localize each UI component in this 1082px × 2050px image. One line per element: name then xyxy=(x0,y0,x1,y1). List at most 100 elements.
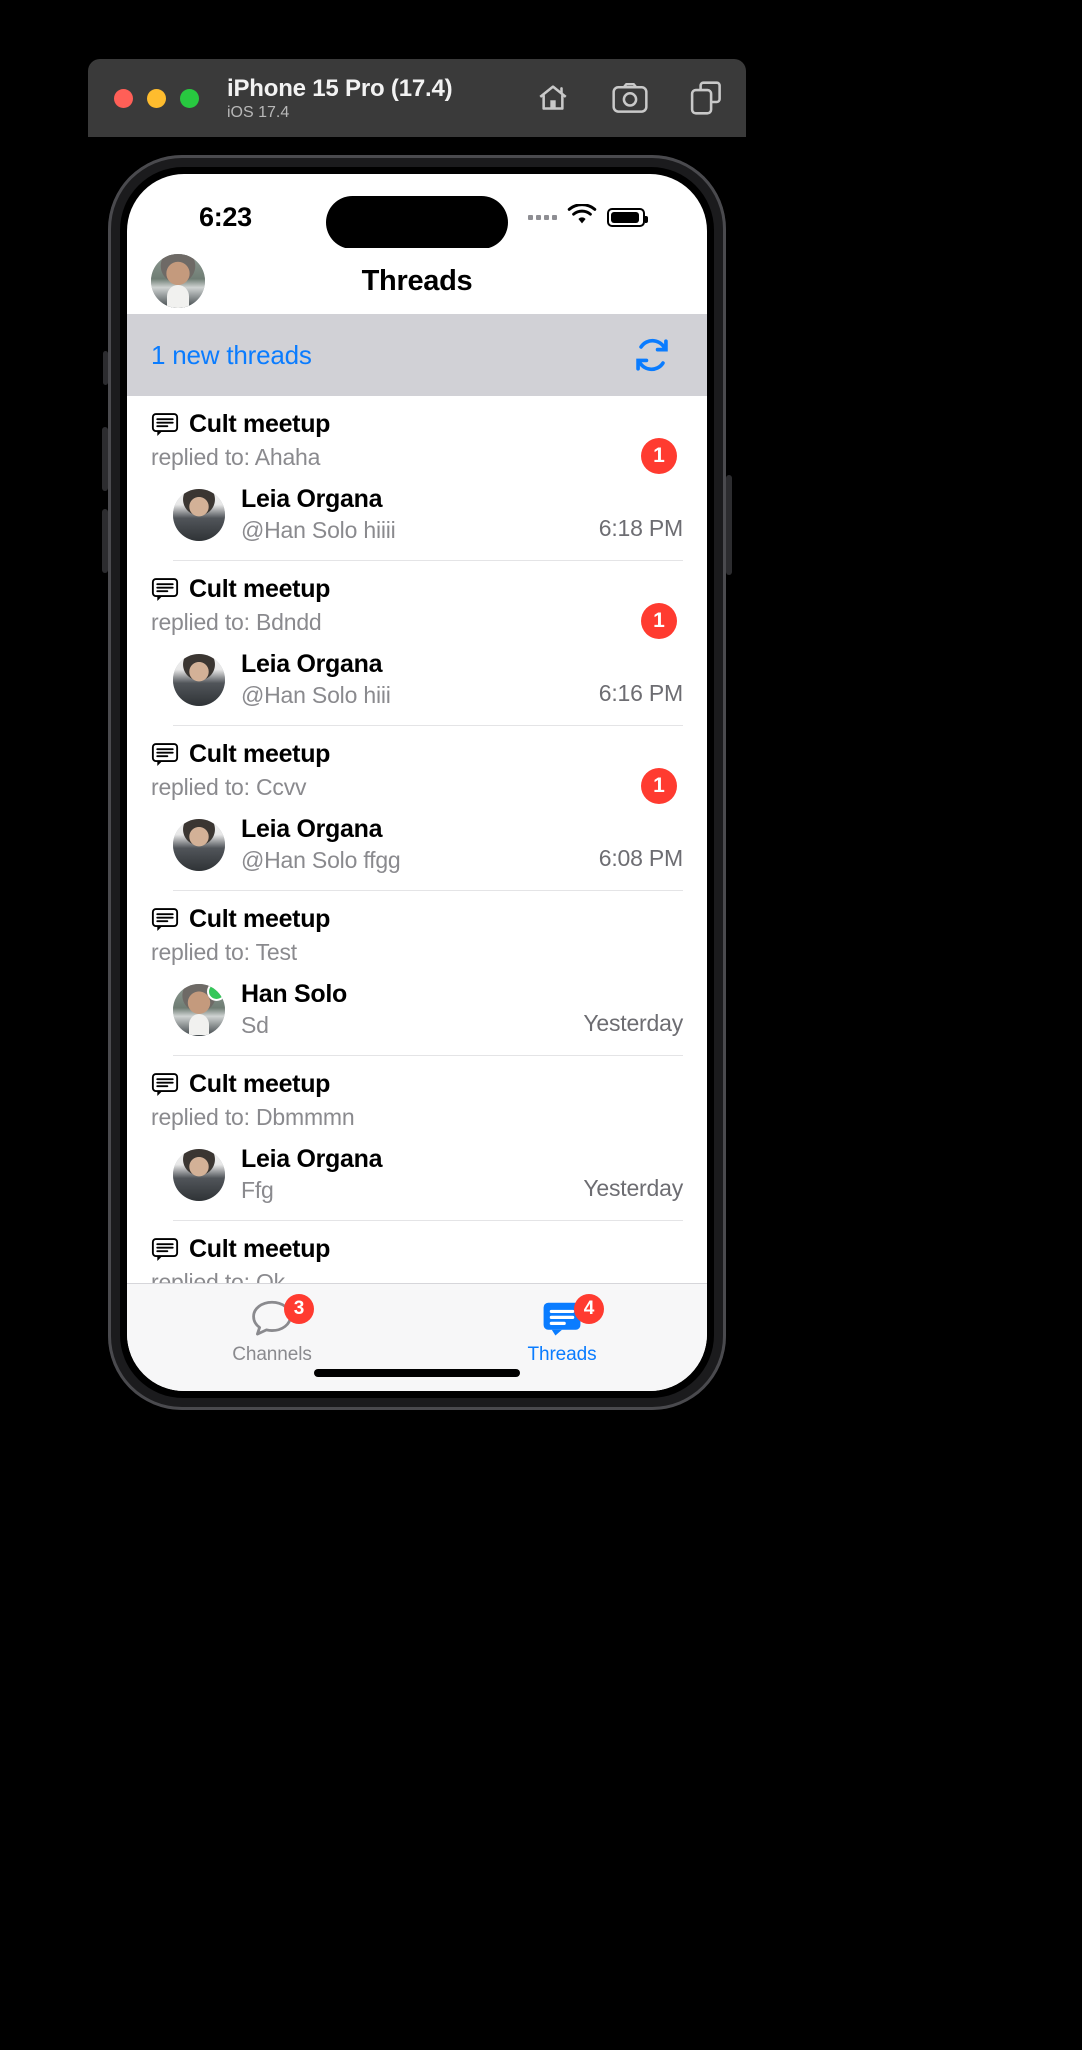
thread-channel-row: Cult meetup xyxy=(151,575,683,604)
message-author: Leia Organa xyxy=(241,485,383,513)
thread-row[interactable]: Cult meetup replied to: Bdndd 1 Leia Organa… xyxy=(127,561,707,726)
thread-channel-row: Cult meetup xyxy=(151,410,683,439)
thread-message-row[interactable]: Leia Organa Ffg Yesterday xyxy=(173,1139,683,1221)
thread-header[interactable]: Cult meetup replied to: Ahaha 1 xyxy=(127,396,707,474)
simulator-toolbar xyxy=(536,59,722,137)
thread-message-row[interactable]: Leia Organa @Han Solo ffgg 6:08 PM xyxy=(173,809,683,891)
thread-row[interactable]: Cult meetup replied to: Ahaha 1 Leia Organa… xyxy=(127,396,707,561)
new-threads-label: 1 new threads xyxy=(151,339,312,370)
simulator-os-version: iOS 17.4 xyxy=(227,103,290,121)
thread-header[interactable]: Cult meetup replied to: Ccvv 1 xyxy=(127,726,707,804)
channel-icon xyxy=(151,907,179,933)
avatar xyxy=(173,983,225,1036)
iphone-device-frame: 6:23 Threads 1 new threads Cult meetup r… xyxy=(102,155,732,1410)
thread-replied-to: replied to: Ccvv xyxy=(151,774,307,800)
thread-channel-row: Cult meetup xyxy=(151,1235,683,1264)
silent-switch[interactable] xyxy=(103,351,108,385)
chat-bubble-filled-icon: 4 xyxy=(540,1294,604,1340)
simulator-title-block: iPhone 15 Pro (17.4) iOS 17.4 xyxy=(227,74,453,122)
thread-row[interactable]: Cult meetup replied to: Ccvv 1 Leia Organa @… xyxy=(127,726,707,891)
avatar xyxy=(173,818,225,871)
page-title: Threads xyxy=(361,264,473,297)
message-preview: @Han Solo ffgg xyxy=(241,847,401,873)
channel-icon xyxy=(151,1237,179,1263)
message-body: Leia Organa @Han Solo hiiii xyxy=(241,485,583,544)
thread-message-row[interactable]: Han Solo Sd Yesterday xyxy=(173,974,683,1056)
home-indicator[interactable] xyxy=(314,1369,520,1377)
thread-channel-name: Cult meetup xyxy=(189,740,331,768)
minimize-window-button[interactable] xyxy=(147,88,166,108)
thread-channel-row: Cult meetup xyxy=(151,740,683,769)
message-preview: @Han Solo hiiii xyxy=(241,517,396,543)
tab-channels-label: Channels xyxy=(232,1344,312,1365)
channels-badge: 3 xyxy=(284,1294,314,1324)
message-body: Han Solo Sd xyxy=(241,980,567,1039)
thread-channel-row: Cult meetup xyxy=(151,905,683,934)
zoom-window-button[interactable] xyxy=(180,88,199,108)
new-threads-banner[interactable]: 1 new threads xyxy=(127,314,707,396)
thread-replied-to: replied to: Test xyxy=(151,939,297,965)
message-timestamp: 6:16 PM xyxy=(598,680,683,706)
avatar xyxy=(173,653,225,706)
unread-badge: 1 xyxy=(641,438,677,474)
unread-badge: 1 xyxy=(641,768,677,804)
thread-channel-name: Cult meetup xyxy=(189,410,331,438)
device-bezel: 6:23 Threads 1 new threads Cult meetup r… xyxy=(120,167,714,1398)
unread-badge: 1 xyxy=(641,603,677,639)
cellular-dots-icon xyxy=(528,215,557,220)
avatar xyxy=(173,1148,225,1201)
ios-status-bar: 6:23 xyxy=(127,174,707,249)
channel-icon xyxy=(151,742,179,768)
threads-badge: 4 xyxy=(574,1294,604,1324)
app-nav-bar: Threads xyxy=(127,248,707,314)
threads-list[interactable]: Cult meetup replied to: Ahaha 1 Leia Organa… xyxy=(127,396,707,1283)
thread-channel-name: Cult meetup xyxy=(189,575,331,603)
window-traffic-lights xyxy=(114,88,199,108)
rotate-icon[interactable] xyxy=(690,81,722,115)
thread-header[interactable]: Cult meetup replied to: Test xyxy=(127,891,707,966)
thread-row[interactable]: Cult meetup replied to: Test Han Solo Sd Yes… xyxy=(127,891,707,1056)
thread-header[interactable]: Cult meetup replied to: Bdndd 1 xyxy=(127,561,707,639)
message-author: Leia Organa xyxy=(241,650,383,678)
refresh-icon[interactable] xyxy=(631,334,673,376)
thread-channel-name: Cult meetup xyxy=(189,1235,331,1263)
thread-replied-to: replied to: Dbmmmn xyxy=(151,1104,355,1130)
thread-header[interactable]: Cult meetup replied to: Ok xyxy=(127,1221,707,1283)
message-preview: @Han Solo hiii xyxy=(241,682,391,708)
wifi-icon xyxy=(567,203,597,231)
home-icon[interactable] xyxy=(536,81,570,115)
message-timestamp: 6:18 PM xyxy=(598,515,683,541)
thread-replied-to: replied to: Bdndd xyxy=(151,609,322,635)
thread-header[interactable]: Cult meetup replied to: Dbmmmn xyxy=(127,1056,707,1131)
status-bar-time: 6:23 xyxy=(199,202,252,232)
thread-row[interactable]: Cult meetup replied to: Dbmmmn Leia Organa… xyxy=(127,1056,707,1221)
message-timestamp: Yesterday xyxy=(583,1010,683,1036)
avatar xyxy=(173,488,225,541)
dynamic-island xyxy=(326,196,508,249)
channel-icon xyxy=(151,577,179,603)
volume-down-button[interactable] xyxy=(102,509,108,573)
screenshot-icon[interactable] xyxy=(612,82,648,114)
device-screen: 6:23 Threads 1 new threads Cult meetup r… xyxy=(127,174,707,1391)
message-timestamp: 6:08 PM xyxy=(598,845,683,871)
thread-message-row[interactable]: Leia Organa @Han Solo hiiii 6:18 PM xyxy=(173,479,683,561)
status-bar-indicators xyxy=(528,203,648,231)
thread-channel-row: Cult meetup xyxy=(151,1070,683,1099)
tab-channels[interactable]: 3 Channels xyxy=(127,1294,417,1366)
message-author: Leia Organa xyxy=(241,1145,383,1173)
power-button[interactable] xyxy=(726,475,732,575)
thread-replied-to: replied to: Ahaha xyxy=(151,444,321,470)
message-body: Leia Organa Ffg xyxy=(241,1145,567,1204)
simulator-titlebar: iPhone 15 Pro (17.4) iOS 17.4 xyxy=(88,59,746,137)
volume-up-button[interactable] xyxy=(102,427,108,491)
thread-channel-name: Cult meetup xyxy=(189,905,331,933)
message-author: Han Solo xyxy=(241,980,347,1008)
message-timestamp: Yesterday xyxy=(583,1175,683,1201)
tab-threads[interactable]: 4 Threads xyxy=(417,1294,707,1366)
simulator-device-name: iPhone 15 Pro (17.4) xyxy=(227,74,453,102)
online-status-indicator xyxy=(209,983,224,999)
thread-message-row[interactable]: Leia Organa @Han Solo hiii 6:16 PM xyxy=(173,644,683,726)
close-window-button[interactable] xyxy=(114,88,133,108)
message-author: Leia Organa xyxy=(241,815,383,843)
thread-row[interactable]: Cult meetup replied to: Ok xyxy=(127,1221,707,1283)
